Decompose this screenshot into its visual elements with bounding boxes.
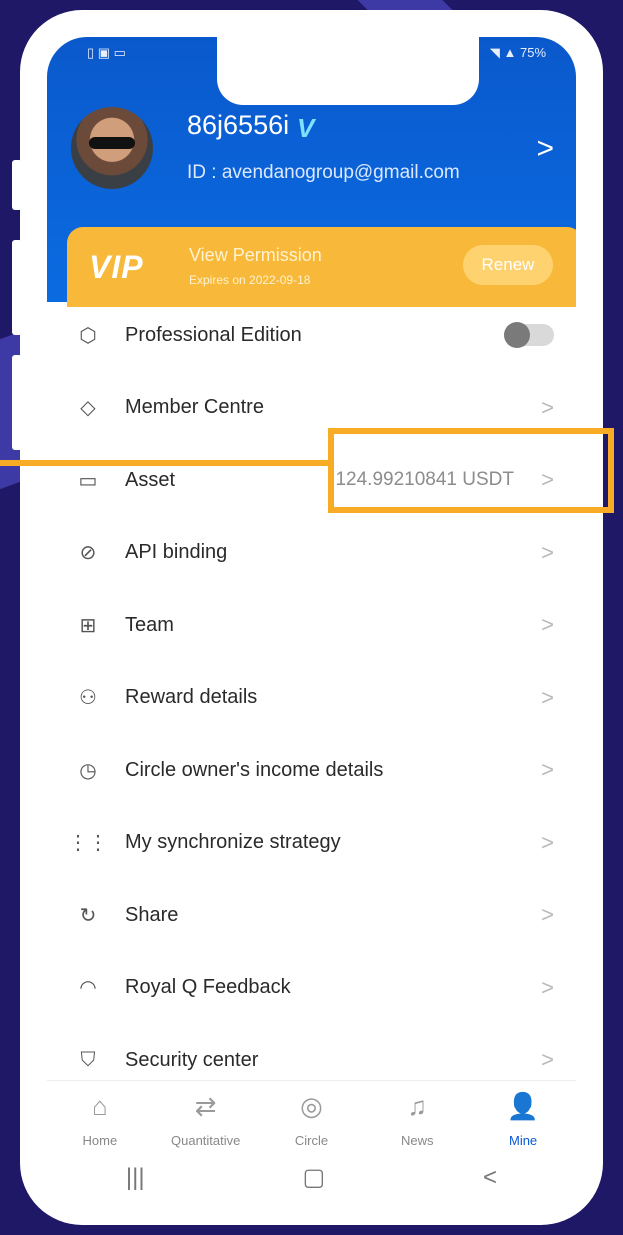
nav-label: News: [401, 1133, 434, 1148]
settings-menu: ⬡ Professional Edition ◇ Member Centre >…: [47, 299, 576, 1097]
diamond-icon: ◇: [80, 397, 96, 420]
vip-card[interactable]: VIP View Permission Expires on 2022-09-1…: [67, 227, 576, 307]
nav-quantitative[interactable]: ⇄ Quantitative: [153, 1081, 259, 1159]
renew-button[interactable]: Renew: [463, 245, 553, 285]
clock-icon: ◷: [79, 759, 97, 782]
asset-highlight-box: [328, 428, 614, 513]
menu-item-label: Team: [125, 613, 174, 636]
planet-icon: ◎: [300, 1091, 323, 1121]
cube-icon: ⬡: [79, 324, 97, 347]
menu-item-professional-edition[interactable]: ⬡ Professional Edition: [47, 299, 576, 372]
chevron-right-icon: >: [541, 612, 554, 638]
menu-item-label: Circle owner's income details: [125, 758, 384, 781]
sliders-icon: ⋮⋮: [68, 832, 108, 855]
nav-label: Home: [82, 1133, 118, 1148]
nav-label: Mine: [508, 1133, 538, 1148]
chevron-right-icon: >: [541, 829, 554, 855]
nav-label: Quantitative: [171, 1133, 241, 1148]
menu-item-reward-details[interactable]: ⚇ Reward details >: [47, 662, 576, 735]
headset-icon: ◠: [79, 977, 97, 1000]
system-navigation: ||| ▢ <: [47, 1158, 576, 1197]
menu-item-synchronize-strategy[interactable]: ⋮⋮ My synchronize strategy >: [47, 807, 576, 880]
professional-edition-toggle[interactable]: [504, 322, 554, 349]
menu-item-share[interactable]: ↻ Share >: [47, 879, 576, 952]
chevron-right-icon: >: [541, 394, 554, 420]
nav-news[interactable]: ♫ News: [364, 1081, 470, 1159]
wallet-icon: ▭: [78, 469, 98, 492]
nav-mine[interactable]: 👤 Mine: [470, 1081, 576, 1159]
menu-item-label: API binding: [125, 541, 228, 564]
menu-item-team[interactable]: ⊞ Team >: [47, 589, 576, 662]
menu-item-label: Share: [125, 903, 179, 926]
phone-notch: [217, 37, 479, 105]
vip-expiry: Expires on 2022-09-18: [189, 273, 311, 287]
chevron-right-icon[interactable]: >: [536, 132, 554, 166]
home-icon: ⌂: [92, 1091, 108, 1121]
menu-item-label: Asset: [125, 468, 176, 491]
menu-item-label: Professional Edition: [125, 323, 302, 346]
menu-item-api-binding[interactable]: ⊘ API binding >: [47, 517, 576, 590]
username: 86j6556i: [187, 110, 290, 140]
bottom-navigation: ⌂ Home ⇄ Quantitative ◎ Circle ♫ News 👤 …: [47, 1080, 576, 1159]
chevron-right-icon: >: [541, 902, 554, 928]
link-icon: ⊘: [79, 542, 97, 565]
recent-apps-icon[interactable]: |||: [126, 1164, 145, 1192]
nav-label: Circle: [294, 1133, 329, 1148]
back-icon[interactable]: <: [483, 1164, 497, 1192]
chevron-right-icon: >: [541, 1047, 554, 1073]
chevron-right-icon: >: [541, 757, 554, 783]
phone-frame: ▯ ▣ ▭ ◥ ▲ 75% 86j6556i V ID : avendanogr…: [20, 10, 603, 1225]
status-right: ◥ ▲ 75%: [489, 45, 546, 60]
nav-circle[interactable]: ◎ Circle: [259, 1081, 365, 1159]
user-id: ID : avendanogroup@gmail.com: [187, 162, 460, 183]
user-icon: 👤: [506, 1091, 540, 1121]
avatar[interactable]: [71, 107, 153, 189]
vip-title: View Permission: [189, 245, 322, 265]
home-button-icon[interactable]: ▢: [302, 1163, 325, 1192]
menu-item-label: Royal Q Feedback: [125, 976, 291, 999]
callout-line: [0, 460, 328, 466]
users-icon: ⚇: [79, 687, 97, 710]
chevron-right-icon: >: [541, 684, 554, 710]
nav-home[interactable]: ⌂ Home: [47, 1081, 153, 1159]
menu-item-feedback[interactable]: ◠ Royal Q Feedback >: [47, 952, 576, 1025]
vip-logo: VIP: [89, 249, 144, 285]
menu-item-circle-owner-income[interactable]: ◷ Circle owner's income details >: [47, 734, 576, 807]
shield-icon: ⛉: [80, 1048, 96, 1071]
menu-item-label: My synchronize strategy: [125, 831, 341, 854]
status-left: ▯ ▣ ▭: [87, 45, 126, 60]
exchange-icon: ⇄: [194, 1091, 217, 1121]
share-icon: ↻: [79, 904, 97, 927]
chevron-right-icon: >: [541, 539, 554, 565]
team-icon: ⊞: [79, 614, 97, 637]
menu-item-label: Security center: [125, 1048, 259, 1071]
verified-badge-icon: V: [297, 113, 315, 143]
chevron-right-icon: >: [541, 974, 554, 1000]
menu-item-label: Member Centre: [125, 396, 264, 419]
menu-item-label: Reward details: [125, 686, 258, 709]
phone-screen: ▯ ▣ ▭ ◥ ▲ 75% 86j6556i V ID : avendanogr…: [47, 37, 576, 1197]
bell-icon: ♫: [407, 1091, 428, 1121]
